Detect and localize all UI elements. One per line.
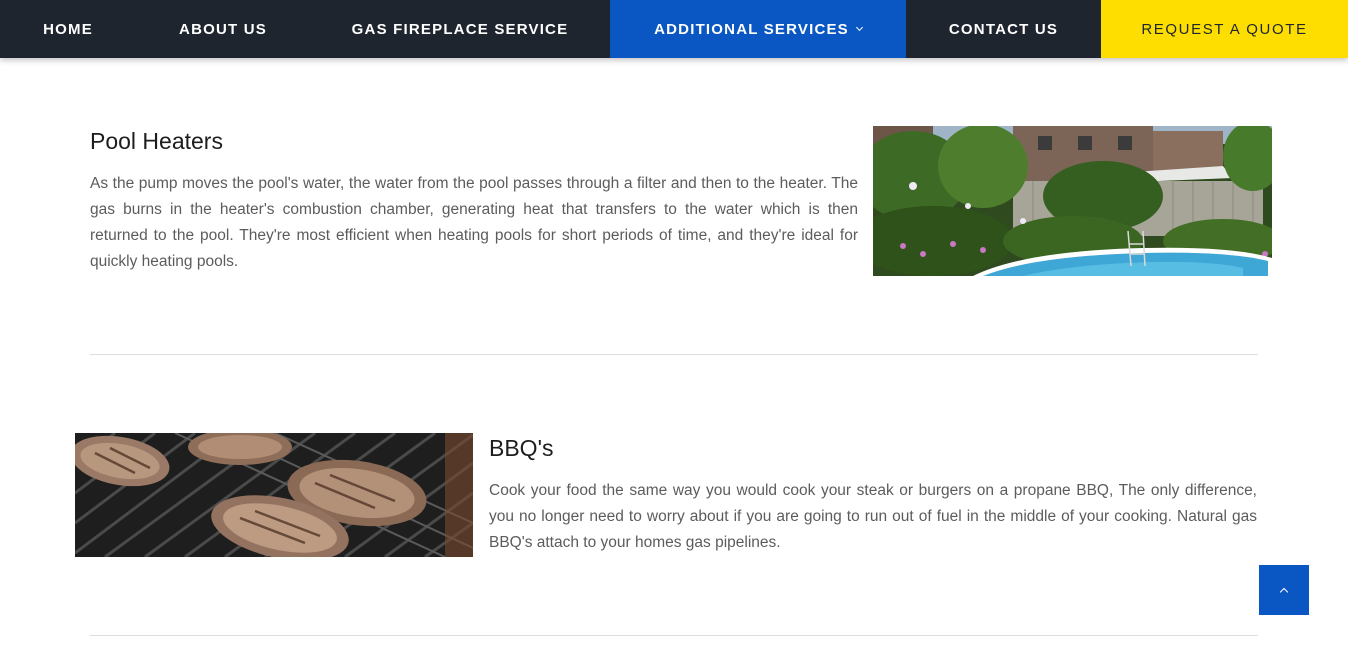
request-quote-label: REQUEST A QUOTE [1141, 20, 1308, 38]
nav-additional-label: ADDITIONAL SERVICES [654, 20, 849, 38]
nav-gas-fireplace-service[interactable]: GAS FIREPLACE SERVICE [310, 0, 610, 58]
scroll-to-top-button[interactable] [1259, 565, 1309, 615]
nav-contact-label: CONTACT US [948, 20, 1059, 38]
chevron-up-icon [1279, 587, 1289, 596]
nav-about-label: ABOUT US [179, 20, 267, 38]
pool-photo [873, 126, 1272, 276]
pool-heaters-description: As the pump moves the pool's water, the … [90, 175, 858, 270]
bbq-title: BBQ's [489, 435, 554, 461]
nav-home[interactable]: HOME [0, 0, 136, 58]
nav-gas-fireplace-label: GAS FIREPLACE SERVICE [351, 20, 569, 38]
section-divider [90, 635, 1258, 636]
bbq-grill-photo [75, 433, 473, 557]
bbq-description: Cook your food the same way you would co… [489, 482, 1257, 551]
request-quote-button[interactable]: REQUEST A QUOTE [1101, 0, 1348, 58]
nav-about-us[interactable]: ABOUT US [136, 0, 310, 58]
pool-heaters-title: Pool Heaters [90, 128, 223, 154]
section-divider [90, 354, 1258, 355]
chevron-down-icon [855, 23, 863, 31]
nav-contact-us[interactable]: CONTACT US [906, 0, 1101, 58]
main-navigation: HOME ABOUT US GAS FIREPLACE SERVICE ADDI… [0, 0, 1348, 58]
nav-home-label: HOME [43, 20, 93, 38]
nav-additional-services[interactable]: ADDITIONAL SERVICES [610, 0, 906, 58]
